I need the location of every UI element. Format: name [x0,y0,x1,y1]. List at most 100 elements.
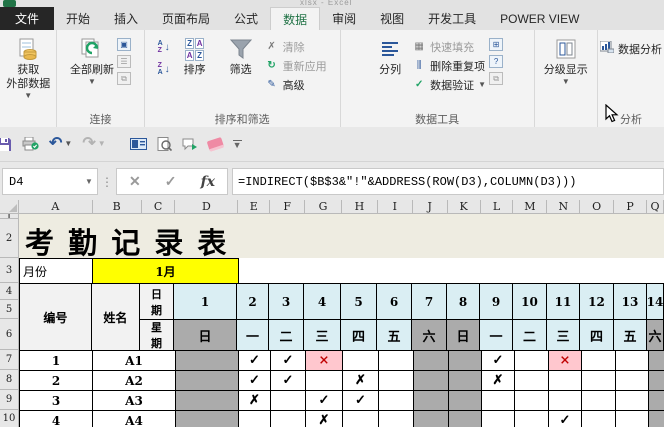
what-if-analysis-icon[interactable]: ? [489,55,503,68]
day-number-cell[interactable]: 2 [237,284,269,320]
day-cell[interactable] [649,371,664,391]
data-analysis-button[interactable]: 数据分析 [600,40,662,57]
day-cell[interactable]: ✓ [306,391,343,411]
day-cell[interactable] [271,411,306,427]
day-cell[interactable] [414,411,449,427]
weekday-cell[interactable]: 二 [513,320,547,351]
day-number-cell[interactable]: 6 [377,284,412,320]
row-header-5[interactable]: 5 [0,300,19,319]
consolidate-icon[interactable]: ⊞ [489,38,503,51]
column-header-C[interactable]: C [142,200,176,214]
id-cell[interactable]: 3 [19,391,93,411]
day-cell[interactable] [379,371,414,391]
day-cell[interactable] [649,411,664,427]
row-header-6[interactable]: 6 [0,319,19,350]
column-header-A[interactable]: A [19,200,93,214]
day-cell[interactable] [176,351,239,371]
clear-filter-button[interactable]: ✗清除 [265,38,327,55]
column-header-N[interactable]: N [547,200,580,214]
day-cell[interactable]: ✓ [549,411,582,427]
tab-数据[interactable]: 数据 [270,7,320,30]
tab-POWER VIEW[interactable]: POWER VIEW [488,7,591,30]
day-cell[interactable] [239,411,271,427]
day-cell[interactable] [515,411,549,427]
tab-页面布局[interactable]: 页面布局 [150,7,222,30]
day-cell[interactable] [414,351,449,371]
column-header-F[interactable]: F [270,200,305,214]
day-cell[interactable] [649,351,664,371]
day-number-cell[interactable]: 7 [412,284,447,320]
weekday-cell[interactable]: 二 [269,320,304,351]
formula-input[interactable]: =INDIRECT($B$3&"!"&ADDRESS(ROW(D3),COLUM… [232,168,664,195]
day-cell[interactable] [616,351,649,371]
day-number-cell[interactable]: 9 [480,284,513,320]
row-header-2[interactable]: 2 [0,219,19,258]
day-number-cell[interactable]: 12 [580,284,614,320]
week-header-cell[interactable]: 星期 [140,320,174,351]
day-cell[interactable]: ✗ [239,391,271,411]
day-cell[interactable] [343,411,379,427]
day-number-cell[interactable]: 13 [614,284,647,320]
day-cell[interactable] [649,391,664,411]
day-number-cell[interactable]: 8 [447,284,480,320]
id-cell[interactable]: 1 [19,351,93,371]
name-cell[interactable]: A4 [93,411,176,427]
day-cell[interactable] [616,391,649,411]
formula-bar-splitter[interactable]: ⋮ [98,175,116,189]
remove-duplicates-button[interactable]: ⫼删除重复项 [412,57,486,74]
weekday-cell[interactable]: 三 [304,320,341,351]
sort-button[interactable]: ZAAZ 排序 [173,34,217,78]
enter-icon[interactable]: ✓ [165,173,177,190]
properties-icon[interactable]: ☰ [117,55,131,68]
day-cell[interactable]: ✓ [239,371,271,391]
tab-公式[interactable]: 公式 [222,7,270,30]
name-header-cell[interactable]: 姓名 [92,284,140,351]
weekday-cell[interactable]: 四 [580,320,614,351]
day-cell[interactable] [379,411,414,427]
weekday-cell[interactable]: 六 [647,320,664,351]
row-header-8[interactable]: 8 [0,370,19,390]
tab-审阅[interactable]: 审阅 [320,7,368,30]
row-header-7[interactable]: 7 [0,350,19,370]
filter-button[interactable]: 筛选 [220,34,262,78]
day-cell[interactable] [515,391,549,411]
weekday-cell[interactable]: 一 [237,320,269,351]
day-cell[interactable]: ✓ [239,351,271,371]
day-cell[interactable]: ✓ [343,391,379,411]
sheet-title-cell[interactable]: 考 勤 记 录 表 [19,214,664,258]
redo-button[interactable]: ↷▼ [82,136,105,152]
column-header-M[interactable]: M [513,200,547,214]
advanced-filter-button[interactable]: ✎高级 [265,76,327,93]
day-cell[interactable] [176,411,239,427]
weekday-cell[interactable]: 日 [174,320,237,351]
data-validation-button[interactable]: ✓数据验证▼ [412,76,486,93]
column-header-H[interactable]: H [342,200,378,214]
id-cell[interactable]: 4 [19,411,93,427]
month-label-cell[interactable]: 月份 [19,258,93,283]
day-cell[interactable] [414,391,449,411]
column-header-K[interactable]: K [448,200,481,214]
date-header-cell[interactable]: 日期 [140,284,174,320]
ink-comment-button[interactable] [182,138,198,151]
name-box[interactable]: D4 ▼ [2,168,98,195]
day-cell[interactable]: ✓ [271,371,306,391]
day-number-cell[interactable]: 4 [304,284,341,320]
day-number-cell[interactable]: 1 [174,284,237,320]
outline-button[interactable]: 分级显示 ▼ [544,34,588,86]
print-preview-button[interactable] [157,137,172,152]
day-number-cell[interactable]: 14 [647,284,664,320]
day-cell[interactable] [515,351,549,371]
tab-视图[interactable]: 视图 [368,7,416,30]
day-cell[interactable] [616,411,649,427]
day-cell[interactable] [379,391,414,411]
cancel-icon[interactable]: ✕ [129,173,141,190]
weekday-cell[interactable]: 三 [547,320,580,351]
column-header-O[interactable]: O [580,200,614,214]
day-cell[interactable] [549,391,582,411]
chevron-down-icon[interactable]: ▼ [81,177,97,186]
month-row-filler[interactable] [239,258,664,283]
connections-icon[interactable]: ▣ [117,38,131,51]
column-header-B[interactable]: B [93,200,142,214]
day-cell[interactable]: × [549,351,582,371]
insert-function-icon[interactable]: fx [201,174,215,190]
